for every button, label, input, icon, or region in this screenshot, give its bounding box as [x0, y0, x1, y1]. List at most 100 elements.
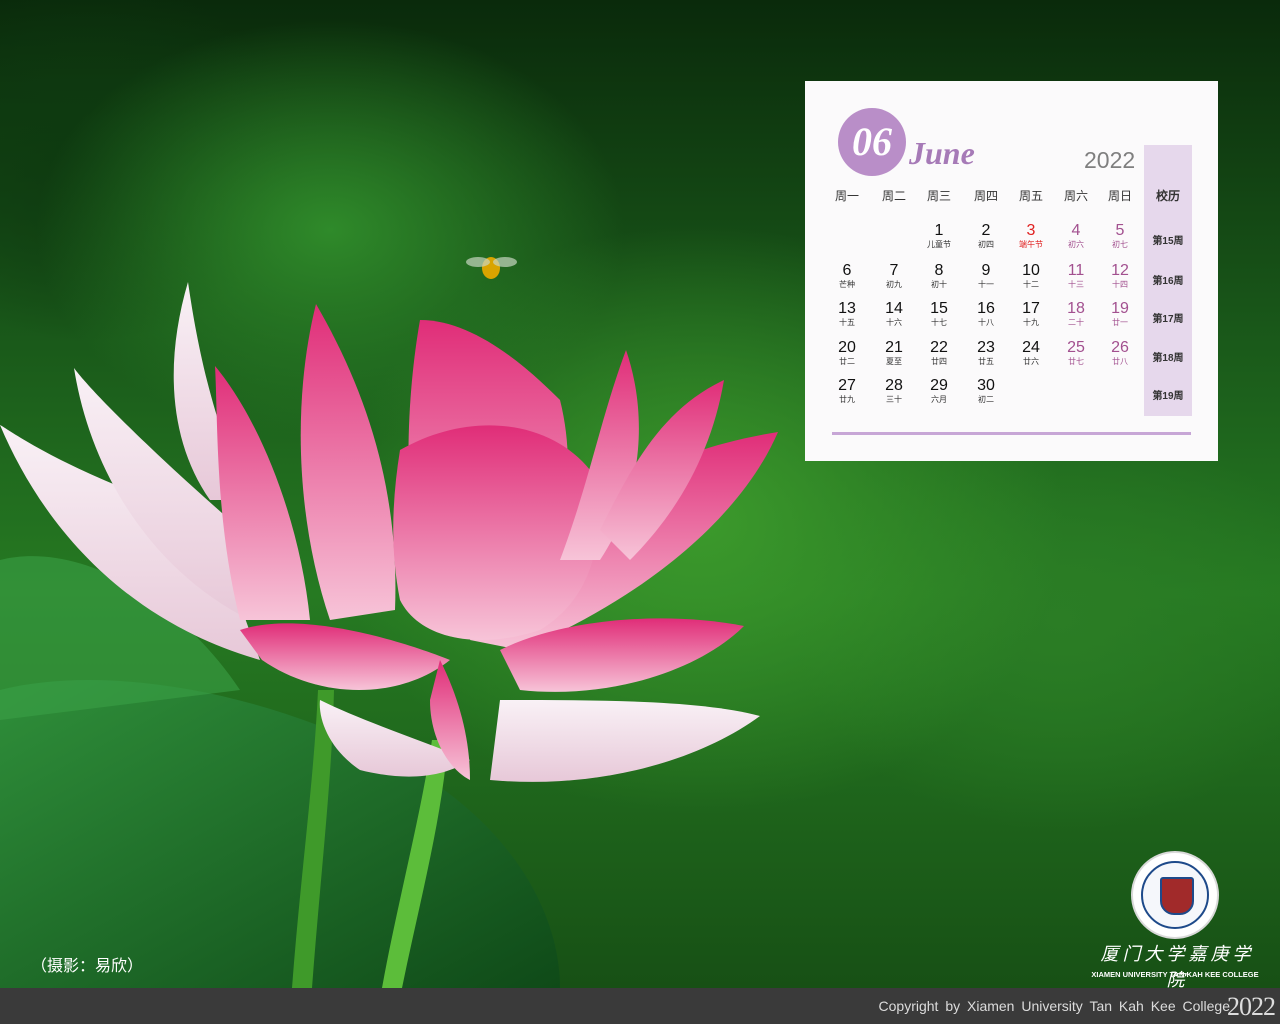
calendar-day-cell: 25 廿七 — [1056, 339, 1096, 368]
weekday-sat: 周六 — [1063, 189, 1088, 203]
calendar-day-cell: 9 十一 — [966, 262, 1006, 291]
lunar-date: 三十 — [886, 395, 902, 404]
day-number: 22 — [930, 339, 948, 356]
calendar-day-cell: 26 廿八 — [1100, 339, 1140, 368]
day-number: 30 — [977, 377, 995, 394]
photo-credit: （摄影：易欣） — [31, 958, 144, 975]
school-week-label: 第16周 — [1152, 276, 1184, 287]
calendar-day-cell: 14 十六 — [874, 300, 914, 329]
lunar-date: 廿一 — [1112, 318, 1128, 327]
day-number: 11 — [1067, 262, 1085, 279]
school-week-label: 第17周 — [1152, 314, 1184, 325]
day-number: 1 — [934, 222, 944, 239]
calendar-day-cell: 11 十三 — [1056, 262, 1096, 291]
day-number: 8 — [934, 262, 944, 279]
day-number: 24 — [1022, 339, 1040, 356]
calendar-day-cell: 15 十七 — [919, 300, 959, 329]
weekday-wed: 周三 — [926, 189, 951, 203]
lunar-date: 十七 — [931, 318, 947, 327]
calendar-day-cell: 5 初七 — [1100, 222, 1140, 251]
lunar-date: 初二 — [978, 395, 994, 404]
weekday-tue: 周二 — [881, 189, 906, 203]
day-number: 3 — [1026, 222, 1036, 239]
calendar-day-cell: 19 廿一 — [1100, 300, 1140, 329]
footer-bar: Copyright by Xiamen University Tan Kah K… — [0, 988, 1280, 1024]
calendar-card: 06 June 2022 周一 周二 周三 周四 周五 周六 周日 校历 1 儿童… — [805, 81, 1218, 461]
calendar-divider — [832, 432, 1191, 435]
calendar-day-cell: 2 初四 — [966, 222, 1006, 251]
calendar-day-cell: 1 儿童节 — [919, 222, 959, 251]
day-number: 26 — [1111, 339, 1129, 356]
day-number: 21 — [885, 339, 903, 356]
day-number: 19 — [1111, 300, 1129, 317]
lunar-date: 初六 — [1068, 240, 1084, 249]
calendar-day-cell: 20 廿二 — [827, 339, 867, 368]
day-number: 17 — [1022, 300, 1040, 317]
lunar-date: 廿八 — [1112, 357, 1128, 366]
lunar-date: 廿四 — [931, 357, 947, 366]
calendar-day-cell: 28 三十 — [874, 377, 914, 406]
calendar-day-cell: 27 廿九 — [827, 377, 867, 406]
calendar-day-cell: 6 芒种 — [827, 262, 867, 291]
calendar-day-cell: 22 廿四 — [919, 339, 959, 368]
shield-icon — [1160, 877, 1194, 915]
lunar-date: 十五 — [839, 318, 855, 327]
calendar-day-cell: 8 初十 — [919, 262, 959, 291]
day-number: 10 — [1022, 262, 1040, 279]
day-number: 12 — [1111, 262, 1129, 279]
lunar-date: 初四 — [978, 240, 994, 249]
day-number: 29 — [930, 377, 948, 394]
weekday-mon: 周一 — [834, 189, 859, 203]
lunar-date: 廿七 — [1068, 357, 1084, 366]
weekday-thu: 周四 — [973, 189, 998, 203]
day-number: 14 — [885, 300, 903, 317]
lunar-date: 廿二 — [839, 357, 855, 366]
copyright-text: Copyright by Xiamen University Tan Kah K… — [878, 998, 1230, 1014]
day-number: 5 — [1115, 222, 1125, 239]
day-number: 20 — [838, 339, 856, 356]
college-name-chinese: 厦门大学嘉庚学院 — [1100, 944, 1255, 991]
weekday-sun: 周日 — [1107, 189, 1132, 203]
lunar-date: 十二 — [1023, 280, 1039, 289]
lunar-date: 廿五 — [978, 357, 994, 366]
lunar-date: 十一 — [978, 280, 994, 289]
lunar-date: 初七 — [1112, 240, 1128, 249]
day-number: 27 — [838, 377, 856, 394]
day-number: 23 — [977, 339, 995, 356]
lunar-date: 十九 — [1023, 318, 1039, 327]
lunar-date: 芒种 — [839, 280, 855, 289]
day-number: 13 — [838, 300, 856, 317]
day-number: 2 — [981, 222, 991, 239]
calendar-day-cell: 3 端午节 — [1011, 222, 1051, 251]
calendar-day-cell: 24 廿六 — [1011, 339, 1051, 368]
school-calendar-label: 校历 — [1155, 189, 1180, 203]
calendar-day-cell: 29 六月 — [919, 377, 959, 406]
footer-year: 2022 — [1227, 992, 1276, 1021]
calendar-day-cell: 18 二十 — [1056, 300, 1096, 329]
school-week-label: 第15周 — [1152, 236, 1184, 247]
month-name: June — [909, 135, 975, 171]
calendar-day-cell: 13 十五 — [827, 300, 867, 329]
lunar-date: 二十 — [1068, 318, 1084, 327]
calendar-day-cell: 17 十九 — [1011, 300, 1051, 329]
weekday-fri: 周五 — [1018, 189, 1043, 203]
lunar-date: 廿九 — [839, 395, 855, 404]
day-number: 6 — [842, 262, 852, 279]
day-number: 4 — [1071, 222, 1081, 239]
day-number: 28 — [885, 377, 903, 394]
calendar-day-cell: 12 十四 — [1100, 262, 1140, 291]
lunar-date: 十三 — [1068, 280, 1084, 289]
month-number: 06 — [852, 119, 892, 164]
day-number: 25 — [1067, 339, 1085, 356]
lunar-date: 六月 — [931, 395, 947, 404]
day-number: 16 — [977, 300, 995, 317]
lunar-date: 儿童节 — [927, 240, 951, 249]
calendar-day-cell: 30 初二 — [966, 377, 1006, 406]
lunar-date: 夏至 — [886, 357, 902, 366]
calendar-year: 2022 — [1084, 147, 1136, 173]
lunar-date: 初九 — [886, 280, 902, 289]
lunar-date: 十八 — [978, 318, 994, 327]
college-name-english: XIAMEN UNIVERSITY TAN KAH KEE COLLEGE — [1091, 970, 1259, 979]
day-number: 7 — [889, 262, 899, 279]
day-number: 9 — [981, 262, 991, 279]
